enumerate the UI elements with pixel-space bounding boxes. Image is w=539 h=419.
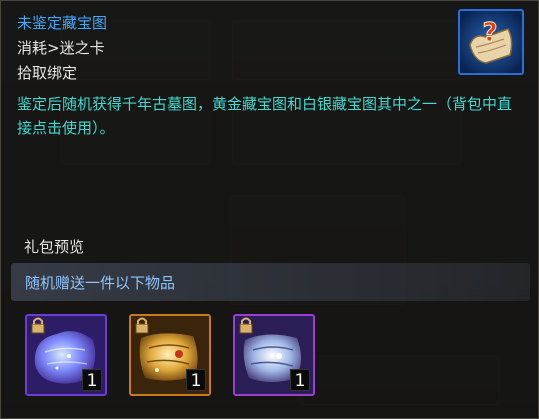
treasure-map-question-icon: ? <box>458 9 524 75</box>
svg-text:?: ? <box>482 18 497 48</box>
bind-status: 拾取绑定 <box>17 64 78 82</box>
item-name: 未鉴定藏宝图 <box>17 14 108 32</box>
package-subtitle: 随机赠送一件以下物品 <box>25 274 176 292</box>
reward-slot-2[interactable]: 1 <box>129 314 211 396</box>
reward-slot-1[interactable]: 1 <box>25 314 107 396</box>
reward-slot-3[interactable]: 1 <box>233 314 315 396</box>
item-count: 1 <box>290 369 310 391</box>
lock-icon <box>29 316 47 334</box>
lock-icon <box>237 316 255 334</box>
package-preview-title: 礼包预览 <box>24 238 85 256</box>
item-description: 鉴定后随机获得千年古墓图，黄金藏宝图和白银藏宝图其中之一（背包中直接点击使用）。 <box>17 95 513 137</box>
item-count: 1 <box>82 369 102 391</box>
item-tooltip-panel: 未鉴定藏宝图 消耗>迷之卡 拾取绑定 鉴定后随机获得千年古墓图，黄金藏宝图和白银… <box>0 0 539 419</box>
item-count: 1 <box>186 369 206 391</box>
consume-info: 消耗>迷之卡 <box>17 39 105 57</box>
lock-icon <box>133 316 151 334</box>
